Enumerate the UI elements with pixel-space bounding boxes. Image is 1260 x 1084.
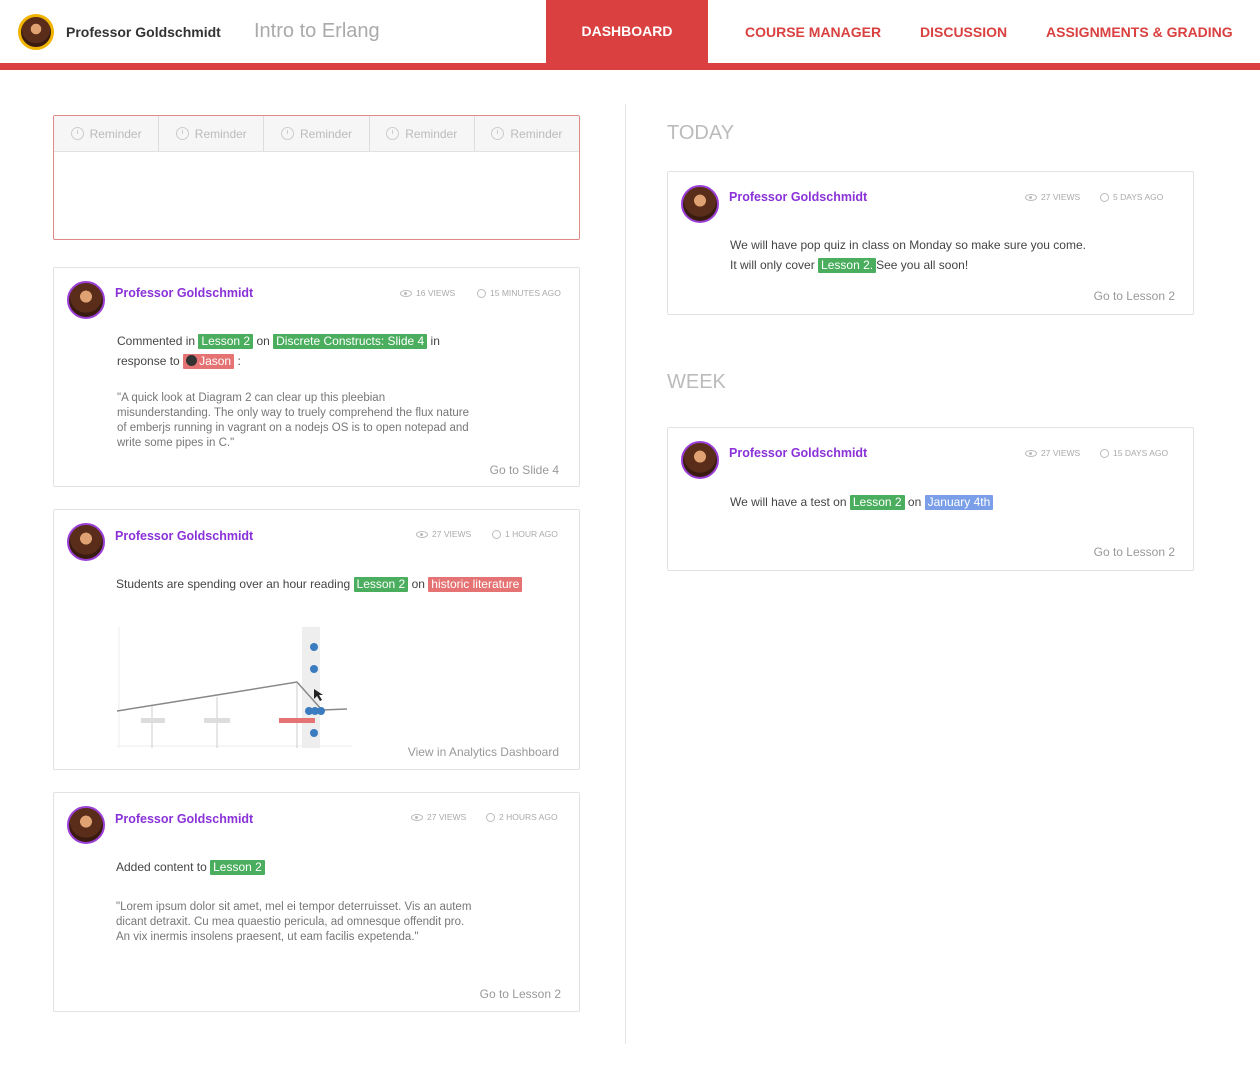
- nav-course-manager[interactable]: COURSE MANAGER: [745, 24, 881, 40]
- user-avatar[interactable]: [18, 14, 54, 50]
- author-name[interactable]: Professor Goldschmidt: [729, 190, 867, 204]
- user-mini-avatar: [186, 355, 198, 366]
- reminder-tabs: Reminder Reminder Reminder Reminder Remi…: [54, 116, 579, 152]
- lesson-tag[interactable]: Lesson 2: [210, 860, 265, 875]
- lesson-tag[interactable]: Lesson 2: [353, 577, 409, 592]
- eye-icon: [1025, 449, 1037, 457]
- lesson-tag[interactable]: Lesson 2: [198, 334, 254, 349]
- student-dot: [317, 707, 325, 715]
- author-avatar[interactable]: [681, 185, 719, 223]
- date-tag[interactable]: January 4th: [924, 495, 994, 510]
- user-name[interactable]: Professor Goldschmidt: [66, 24, 221, 40]
- clock-icon: [491, 127, 505, 140]
- chart-label-box-highlight: [279, 718, 315, 723]
- clock-icon: [1100, 448, 1109, 458]
- reminder-content-area[interactable]: [54, 152, 579, 239]
- lesson-tag[interactable]: Lesson 2: [849, 495, 905, 510]
- author-avatar[interactable]: [67, 523, 105, 561]
- today-heading: TODAY: [667, 122, 735, 144]
- timestamp: 5 DAYS AGO: [1100, 192, 1163, 202]
- comment-quote: "A quick look at Diagram 2 can clear up …: [117, 392, 470, 449]
- today-announcement-card: Professor Goldschmidt 27 VIEWS 5 DAYS AG…: [667, 171, 1194, 315]
- author-avatar[interactable]: [67, 281, 105, 319]
- nav-dashboard[interactable]: DASHBOARD: [546, 0, 708, 63]
- header-accent-line: [0, 63, 1260, 70]
- feed-card-analytics: Professor Goldschmidt 27 VIEWS 1 HOUR AG…: [53, 509, 580, 770]
- user-tag[interactable]: Jason: [183, 354, 235, 369]
- go-to-lesson-link[interactable]: Go to Lesson 2: [480, 987, 561, 1001]
- chart-label-box: [204, 718, 230, 723]
- comment-context: Commented in Lesson 2 on Discrete Constr…: [117, 334, 440, 369]
- analytics-dashboard-link[interactable]: View in Analytics Dashboard: [408, 745, 559, 759]
- clock-icon: [492, 529, 501, 539]
- reminder-tab[interactable]: Reminder: [159, 116, 265, 151]
- go-to-slide-link[interactable]: Go to Slide 4: [490, 463, 559, 477]
- timestamp: 2 HOURS AGO: [486, 812, 558, 822]
- views-count: 27 VIEWS: [1025, 448, 1080, 458]
- week-heading: WEEK: [667, 371, 726, 393]
- views-count: 16 VIEWS: [400, 288, 455, 298]
- student-dot: [310, 643, 318, 651]
- announcement-text: We will have a test on Lesson 2 on Janua…: [730, 492, 994, 512]
- eye-icon: [416, 530, 428, 538]
- clock-icon: [175, 127, 189, 140]
- lesson-tag[interactable]: Lesson 2.: [818, 258, 877, 273]
- reminder-tab[interactable]: Reminder: [264, 116, 370, 151]
- views-count: 27 VIEWS: [416, 529, 471, 539]
- reminder-tab[interactable]: Reminder: [54, 116, 160, 151]
- reminder-tab[interactable]: Reminder: [370, 116, 475, 151]
- reminder-tab[interactable]: Reminder: [475, 116, 579, 151]
- feed-card-content: Professor Goldschmidt 27 VIEWS 2 HOURS A…: [53, 792, 580, 1012]
- announcement-text: We will have pop quiz in class on Monday…: [730, 238, 1086, 273]
- week-announcement-card: Professor Goldschmidt 27 VIEWS 15 DAYS A…: [667, 427, 1194, 571]
- clock-icon: [1100, 192, 1109, 202]
- content-added-text: Added content to Lesson 2: [116, 857, 265, 877]
- chart-label-box: [141, 718, 165, 723]
- clock-icon: [477, 288, 486, 298]
- author-avatar[interactable]: [67, 806, 105, 844]
- timestamp: 15 DAYS AGO: [1100, 448, 1168, 458]
- views-count: 27 VIEWS: [411, 812, 466, 822]
- go-to-lesson-link[interactable]: Go to Lesson 2: [1094, 289, 1175, 303]
- clock-icon: [70, 127, 84, 140]
- student-dot: [310, 665, 318, 673]
- author-name[interactable]: Professor Goldschmidt: [115, 286, 253, 300]
- student-dot: [310, 729, 318, 737]
- clock-icon: [280, 127, 294, 140]
- views-count: 27 VIEWS: [1025, 192, 1080, 202]
- author-name[interactable]: Professor Goldschmidt: [115, 812, 253, 826]
- clock-icon: [386, 127, 400, 140]
- top-nav-bar: Professor Goldschmidt Intro to Erlang DA…: [0, 0, 1260, 70]
- analytics-text: Students are spending over an hour readi…: [116, 574, 523, 594]
- content-quote: "Lorem ipsum dolor sit amet, mel ei temp…: [116, 901, 472, 943]
- timestamp: 15 MINUTES AGO: [477, 288, 561, 298]
- nav-assignments-grading[interactable]: ASSIGNMENTS & GRADING: [1046, 24, 1233, 40]
- analytics-chart-thumbnail[interactable]: [117, 627, 352, 748]
- go-to-lesson-link[interactable]: Go to Lesson 2: [1094, 545, 1175, 559]
- eye-icon: [400, 289, 412, 297]
- reminder-widget: Reminder Reminder Reminder Reminder Remi…: [53, 115, 580, 240]
- course-title[interactable]: Intro to Erlang: [254, 20, 380, 43]
- slide-tag[interactable]: Discrete Constructs: Slide 4: [273, 334, 428, 349]
- author-name[interactable]: Professor Goldschmidt: [729, 446, 867, 460]
- eye-icon: [1025, 193, 1037, 201]
- author-avatar[interactable]: [681, 441, 719, 479]
- clock-icon: [486, 812, 495, 822]
- column-divider: [625, 104, 626, 1044]
- author-name[interactable]: Professor Goldschmidt: [115, 529, 253, 543]
- topic-tag[interactable]: historic literature: [428, 577, 523, 592]
- eye-icon: [411, 813, 423, 821]
- timestamp: 1 HOUR AGO: [492, 529, 558, 539]
- feed-card-comment: Professor Goldschmidt 16 VIEWS 15 MINUTE…: [53, 267, 580, 487]
- nav-discussion[interactable]: DISCUSSION: [920, 24, 1007, 40]
